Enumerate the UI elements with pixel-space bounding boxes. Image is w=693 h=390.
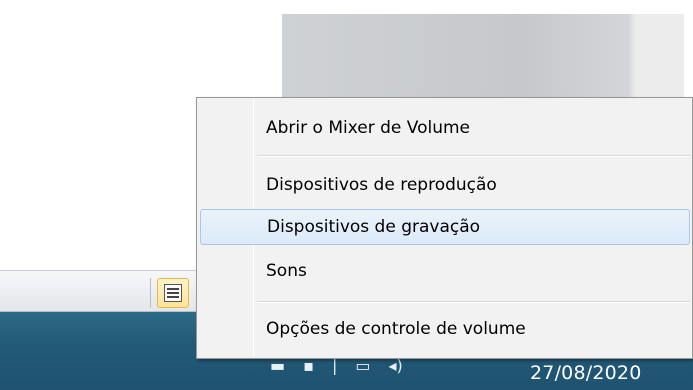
menu-separator	[257, 155, 690, 157]
menu-item-sounds[interactable]: Sons	[200, 253, 690, 289]
volume-context-menu: Abrir o Mixer de Volume Dispositivos de …	[196, 97, 693, 359]
menu-item-playback-devices[interactable]: Dispositivos de reprodução	[200, 167, 690, 203]
menu-item-open-volume-mixer[interactable]: Abrir o Mixer de Volume	[200, 110, 690, 146]
screen: ▬ ▪ | ▭ ◂) 27/08/2020 Abrir o Mixer de V…	[0, 0, 693, 390]
menu-separator	[257, 301, 690, 303]
menu-item-recording-devices[interactable]: Dispositivos de gravação	[200, 209, 690, 245]
network-icon[interactable]: ▭	[355, 356, 370, 376]
pin-icon[interactable]: |	[332, 356, 337, 376]
speaker-icon[interactable]: ◂)	[388, 356, 402, 376]
list-view-toggle-button[interactable]	[157, 278, 189, 308]
hidden-icons-icon[interactable]: ▬	[270, 356, 285, 376]
list-view-icon	[164, 284, 182, 302]
menu-item-volume-control-options[interactable]: Opções de controle de volume	[200, 311, 690, 347]
toolbar-divider	[150, 278, 151, 308]
clock-date[interactable]: 27/08/2020	[530, 358, 660, 388]
flag-icon[interactable]: ▪	[303, 356, 314, 376]
